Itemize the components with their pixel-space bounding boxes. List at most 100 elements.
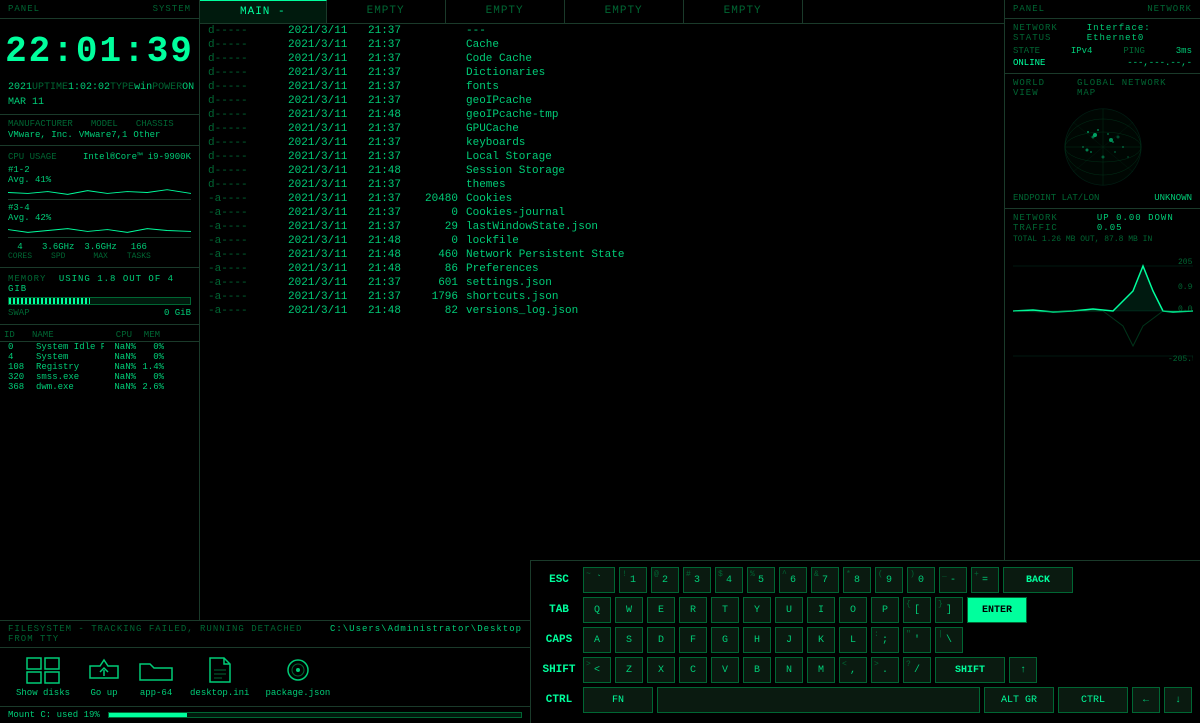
key-g[interactable]: G: [711, 627, 739, 653]
key-6[interactable]: ^ 6: [779, 567, 807, 593]
fs-item-package-json[interactable]: package.json: [265, 656, 330, 698]
svg-text:0.90: 0.90: [1178, 283, 1193, 292]
right-shift-key[interactable]: SHIFT: [935, 657, 1005, 683]
file-row[interactable]: -a---- 2021/3/11 21:37 20480 Cookies: [200, 192, 1004, 206]
key-u[interactable]: U: [775, 597, 803, 623]
key-e[interactable]: E: [647, 597, 675, 623]
file-row[interactable]: d----- 2021/3/11 21:37 GPUCache: [200, 122, 1004, 136]
file-row[interactable]: d----- 2021/3/11 21:37 keyboards: [200, 136, 1004, 150]
key-lbracket[interactable]: { [: [903, 597, 931, 623]
file-row[interactable]: -a---- 2021/3/11 21:37 0 Cookies-journal: [200, 206, 1004, 220]
file-date: 2021/3/11: [288, 291, 368, 303]
file-row[interactable]: d----- 2021/3/11 21:37 Local Storage: [200, 150, 1004, 164]
memory-bar-fill: [9, 298, 90, 304]
key-quote[interactable]: " ': [903, 627, 931, 653]
tab-main[interactable]: MAIN -: [200, 0, 327, 23]
enter-key[interactable]: ENTER: [967, 597, 1027, 623]
file-name: Local Storage: [458, 151, 552, 163]
file-date: 2021/3/11: [288, 193, 368, 205]
arrow-down-key[interactable]: ↓: [1164, 687, 1192, 713]
fs-item-app64[interactable]: app-64: [138, 656, 174, 698]
fs-item-show-disks[interactable]: Show disks: [16, 656, 70, 698]
tab-empty-1[interactable]: EMPTY: [327, 0, 446, 23]
file-row[interactable]: -a---- 2021/3/11 21:37 29 lastWindowStat…: [200, 220, 1004, 234]
key-a[interactable]: A: [583, 627, 611, 653]
key-o[interactable]: O: [839, 597, 867, 623]
file-time: 21:48: [368, 263, 408, 275]
tab-empty-4[interactable]: EMPTY: [684, 0, 803, 23]
space-key[interactable]: [657, 687, 980, 713]
file-row[interactable]: -a---- 2021/3/11 21:48 82 versions_log.j…: [200, 304, 1004, 318]
key-l[interactable]: L: [839, 627, 867, 653]
file-perms: d-----: [208, 165, 288, 177]
arrow-left-key[interactable]: ←: [1132, 687, 1160, 713]
file-row[interactable]: -a---- 2021/3/11 21:48 0 lockfile: [200, 234, 1004, 248]
file-row[interactable]: -a---- 2021/3/11 21:37 1796 shortcuts.js…: [200, 290, 1004, 304]
key-backslash[interactable]: | \: [935, 627, 963, 653]
file-row[interactable]: d----- 2021/3/11 21:37 Code Cache: [200, 52, 1004, 66]
fs-item-go-up[interactable]: Go up: [86, 656, 122, 698]
file-name: Code Cache: [458, 53, 532, 65]
key-v[interactable]: V: [711, 657, 739, 683]
file-row[interactable]: d----- 2021/3/11 21:37 Dictionaries: [200, 66, 1004, 80]
key-b[interactable]: B: [743, 657, 771, 683]
key-x[interactable]: X: [647, 657, 675, 683]
tab-empty-3[interactable]: EMPTY: [565, 0, 684, 23]
key-k[interactable]: K: [807, 627, 835, 653]
key-i[interactable]: I: [807, 597, 835, 623]
key-rbracket[interactable]: } ]: [935, 597, 963, 623]
key-h[interactable]: H: [743, 627, 771, 653]
fs-item-desktop-ini[interactable]: desktop.ini: [190, 656, 249, 698]
file-row[interactable]: d----- 2021/3/11 21:37 fonts: [200, 80, 1004, 94]
key-0[interactable]: ) 0: [907, 567, 935, 593]
key-r[interactable]: R: [679, 597, 707, 623]
key-slash[interactable]: ? /: [903, 657, 931, 683]
key-8[interactable]: * 8: [843, 567, 871, 593]
key-semicolon[interactable]: : ;: [871, 627, 899, 653]
key-comma[interactable]: < ,: [839, 657, 867, 683]
key-s[interactable]: S: [615, 627, 643, 653]
key-equals[interactable]: + =: [971, 567, 999, 593]
file-row[interactable]: -a---- 2021/3/11 21:48 460 Network Persi…: [200, 248, 1004, 262]
key-y[interactable]: Y: [743, 597, 771, 623]
go-up-label: Go up: [91, 688, 118, 698]
key-z[interactable]: Z: [615, 657, 643, 683]
key-2[interactable]: @ 2: [651, 567, 679, 593]
key-7[interactable]: & 7: [811, 567, 839, 593]
key-lt[interactable]: > <: [583, 657, 611, 683]
file-row[interactable]: d----- 2021/3/11 21:37 ---: [200, 24, 1004, 38]
key-9[interactable]: ( 9: [875, 567, 903, 593]
file-row[interactable]: d----- 2021/3/11 21:37 Cache: [200, 38, 1004, 52]
file-row[interactable]: d----- 2021/3/11 21:48 geoIPcache-tmp: [200, 108, 1004, 122]
key-t[interactable]: T: [711, 597, 739, 623]
key-f[interactable]: F: [679, 627, 707, 653]
fn-key[interactable]: FN: [583, 687, 653, 713]
key-j[interactable]: J: [775, 627, 803, 653]
key-3[interactable]: # 3: [683, 567, 711, 593]
key-m[interactable]: M: [807, 657, 835, 683]
key-tilde[interactable]: ~ `: [583, 567, 615, 593]
backspace-key[interactable]: BACK: [1003, 567, 1073, 593]
file-row[interactable]: d----- 2021/3/11 21:37 geoIPcache: [200, 94, 1004, 108]
file-row[interactable]: -a---- 2021/3/11 21:48 86 Preferences: [200, 262, 1004, 276]
key-q[interactable]: Q: [583, 597, 611, 623]
key-4[interactable]: $ 4: [715, 567, 743, 593]
key-n[interactable]: N: [775, 657, 803, 683]
key-5[interactable]: % 5: [747, 567, 775, 593]
right-ctrl-key[interactable]: CTRL: [1058, 687, 1128, 713]
key-w[interactable]: W: [615, 597, 643, 623]
file-row[interactable]: -a---- 2021/3/11 21:37 601 settings.json: [200, 276, 1004, 290]
key-1[interactable]: ! 1: [619, 567, 647, 593]
file-row[interactable]: d----- 2021/3/11 21:37 themes: [200, 178, 1004, 192]
key-c[interactable]: C: [679, 657, 707, 683]
proc-mem: 0%: [140, 372, 164, 382]
key-minus[interactable]: _ -: [939, 567, 967, 593]
key-d[interactable]: D: [647, 627, 675, 653]
tab-empty-2[interactable]: EMPTY: [446, 0, 565, 23]
key-p[interactable]: P: [871, 597, 899, 623]
file-row[interactable]: d----- 2021/3/11 21:48 Session Storage: [200, 164, 1004, 178]
key-period[interactable]: > .: [871, 657, 899, 683]
arrow-up-key[interactable]: ↑: [1009, 657, 1037, 683]
show-disks-label: Show disks: [16, 688, 70, 698]
altgr-key[interactable]: ALT GR: [984, 687, 1054, 713]
